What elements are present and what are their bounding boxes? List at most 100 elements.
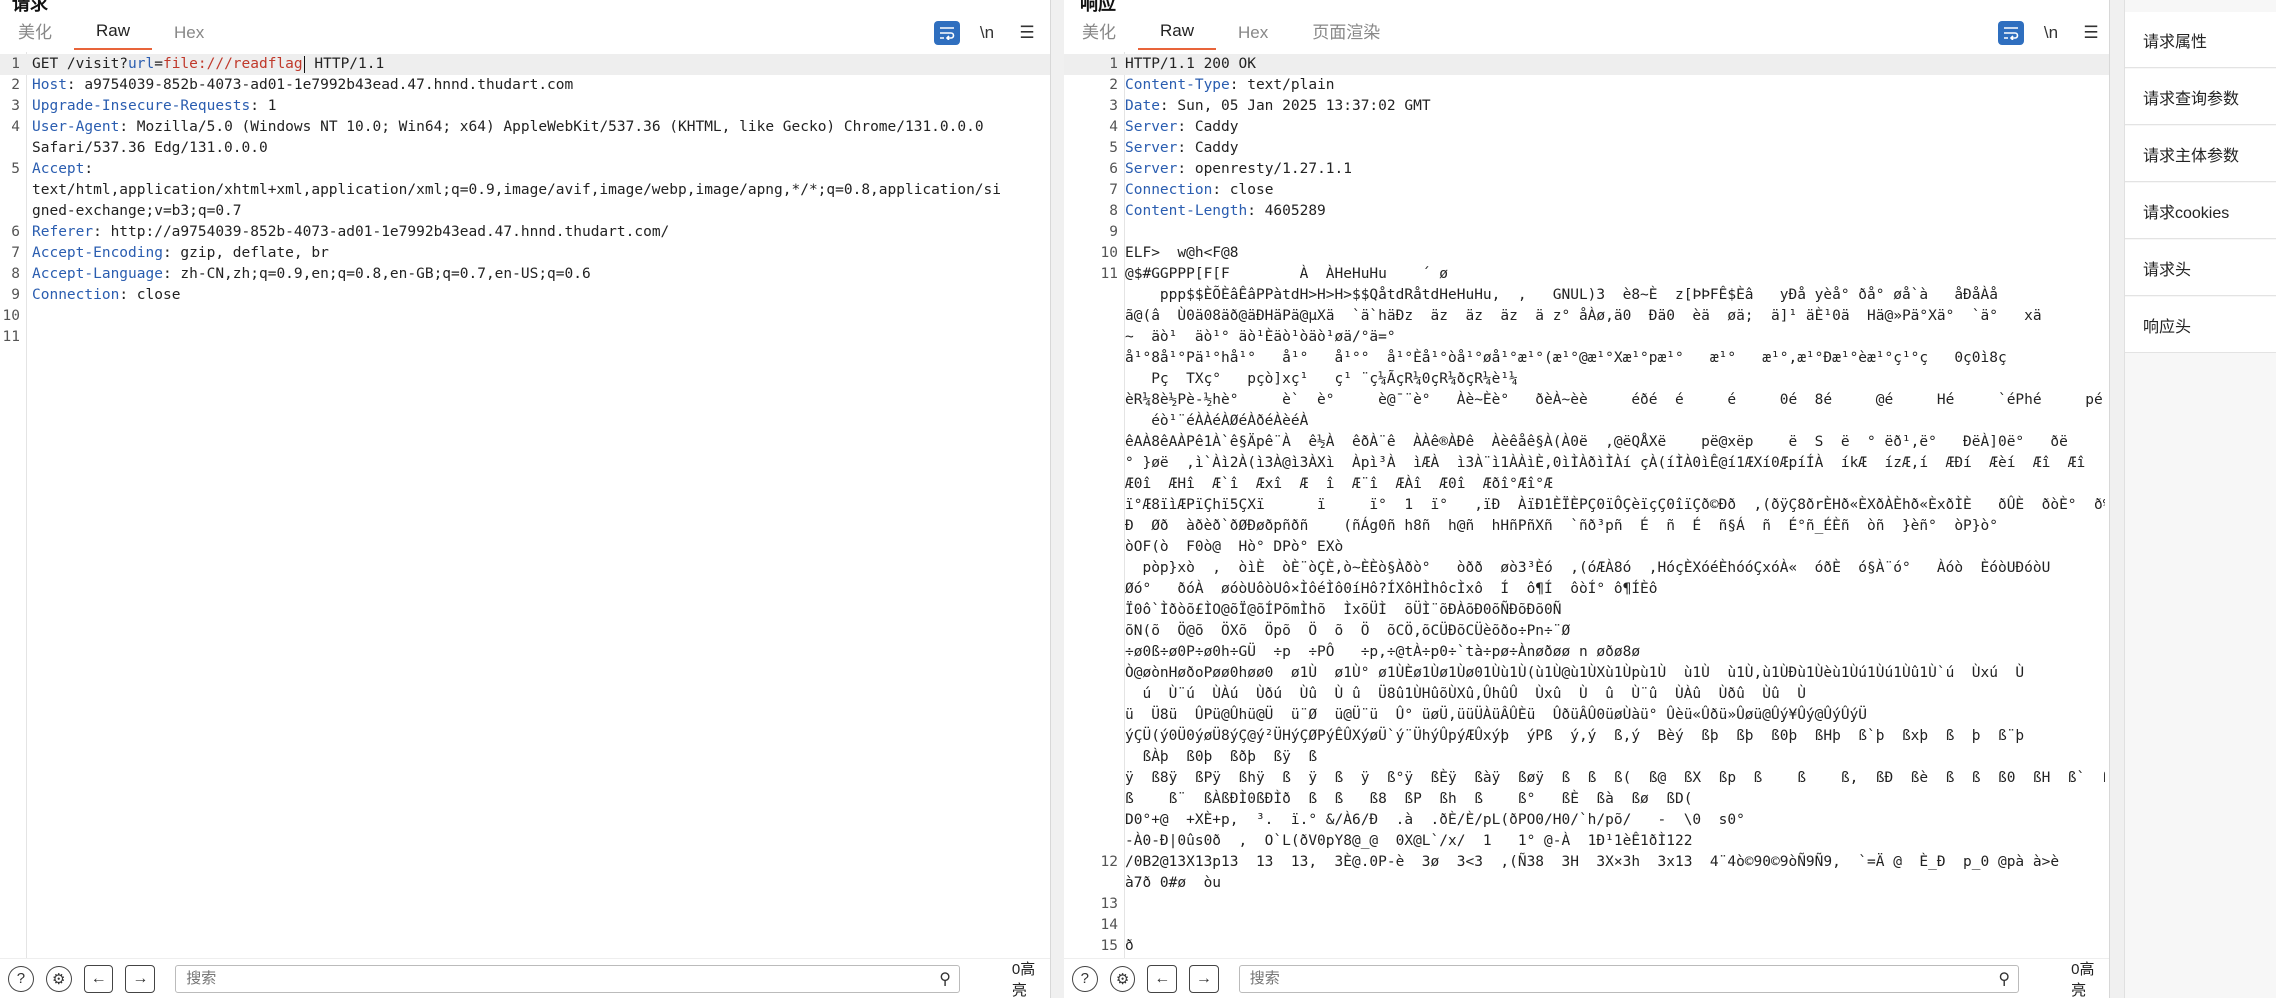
sidebar-item-request-cookies[interactable]: 请求cookies bbox=[2125, 183, 2276, 239]
sidebar-item-request-headers[interactable]: 请求头 bbox=[2125, 240, 2276, 296]
text-segment: /0B2@13X13p13 13 13, 3È@.0P-è 3ø 3<3 ,(Ñ… bbox=[1125, 854, 2060, 870]
next-match-button[interactable]: → bbox=[125, 964, 156, 993]
code-line[interactable]: -À0-Ð|0ûs0ð , O`L(ðV0pY8@_@ 0X@L`/x/ 1 1… bbox=[1064, 831, 2109, 852]
gear-icon[interactable]: ⚙ bbox=[1109, 965, 1136, 992]
text-segment: ELF> w@h<F@8 bbox=[1125, 245, 1239, 261]
code-line[interactable]: ã@(â Ù0ä08äð@äÐHäPä@µXä `ä`häÐz äz äz äz… bbox=[1064, 306, 2109, 327]
tab-hex[interactable]: Hex bbox=[152, 20, 226, 50]
word-wrap-icon[interactable] bbox=[934, 21, 960, 45]
code-line[interactable]: ~ äò¹ äò¹° äò¹Èäò¹òäò¹øä/°ä=° bbox=[1064, 327, 2109, 348]
code-line[interactable]: 1 HTTP/1.1 200 OK bbox=[1064, 54, 2109, 75]
newline-toggle-button[interactable]: \n bbox=[2038, 21, 2064, 45]
code-line[interactable]: 5 Server: Caddy bbox=[1064, 138, 2109, 159]
code-line[interactable]: 2 Host: a9754039-852b-4073-ad01-1e7992b43… bbox=[0, 75, 1050, 96]
code-line[interactable]: èR¼8è½Pè-½hè° è` è° è@¯¨è° Àè~Èè° ðèÀ~èè… bbox=[1064, 390, 2109, 411]
code-line[interactable]: Pç TXç° pçò]xç¹ ç¹ ¨ç¼ÃçR¼0çR¼ðçR¼è¹¼ bbox=[1064, 369, 2109, 390]
search-icon[interactable]: ⚲ bbox=[1998, 969, 2010, 989]
tab-pretty[interactable]: 美化 bbox=[0, 20, 74, 50]
word-wrap-icon[interactable] bbox=[1998, 21, 2024, 45]
sidebar-item-response-headers[interactable]: 响应头 bbox=[2125, 297, 2276, 353]
code-line[interactable]: 7 Accept-Encoding: gzip, deflate, br bbox=[0, 243, 1050, 264]
code-line[interactable]: Æ0î ÆHî Æ`î Æxî Æ î Æ¨î ÆÀî Æ0î Æðî°Æî°Æ bbox=[1064, 474, 2109, 495]
code-line[interactable]: 15 ð bbox=[1064, 936, 2109, 957]
code-line[interactable]: 13 bbox=[1064, 894, 2109, 915]
code-line[interactable]: text/html,application/xhtml+xml,applicat… bbox=[0, 180, 1050, 201]
code-line[interactable]: 4 Server: Caddy bbox=[1064, 117, 2109, 138]
text-segment: -À0-Ð|0ûs0ð , O`L(ðV0pY8@_@ 0X@L`/x/ 1 1… bbox=[1125, 833, 1693, 849]
response-panel: 响应 美化 Raw Hex 页面渲染 \n ☰ 1 HTTP/1.1 200 OK… bbox=[1064, 0, 2109, 998]
code-line[interactable]: ÿ ß8ÿ ßPÿ ßhÿ ß ÿ ß ÿ ß°ÿ ßÈÿ ßàÿ ßøÿ ß … bbox=[1064, 768, 2109, 789]
code-line[interactable]: 9 bbox=[1064, 222, 2109, 243]
request-editor[interactable]: 1 GET /visit?url=file:///readflag HTTP/1.… bbox=[0, 52, 1050, 958]
code-line[interactable]: òOF(ò F0ò@ Hò° DPò° EXò bbox=[1064, 537, 2109, 558]
code-line[interactable]: D0°+@ +XÈ+p, ³. ï.° &/À6/Ð .à .ðÈ/È/pL(ð… bbox=[1064, 810, 2109, 831]
tab-render[interactable]: 页面渲染 bbox=[1290, 20, 1402, 50]
code-line[interactable]: 5 Accept: bbox=[0, 159, 1050, 180]
request-search-field[interactable]: ⚲ bbox=[175, 964, 960, 993]
code-line[interactable]: êAÀ8êAÀPê1À`ê§Äpê¨À ê½À êðÀ¨ê ÀÀê®ÀÐê Àè… bbox=[1064, 432, 2109, 453]
code-line[interactable]: 11 bbox=[0, 327, 1050, 348]
code-line[interactable]: õN(õ Ö@õ ÖXõ Öpõ Ö õ Ö õCÖ,õCÜÐõCÜèõðo÷P… bbox=[1064, 621, 2109, 642]
code-line[interactable]: Ï0ô`Ìðòõ£ÌO@õÏ@õÍPõmÌhõ ÌxõÜÌ õÜÌ¨õÐÀõÐ0… bbox=[1064, 600, 2109, 621]
code-line[interactable]: 11 @$#GGPPP[F[F À ÀHeHuHu ´ ø bbox=[1064, 264, 2109, 285]
previous-match-button[interactable]: ← bbox=[83, 964, 114, 993]
code-line[interactable]: éò¹¨éÀÀéÀØéÀðéÀèéÀ bbox=[1064, 411, 2109, 432]
line-number: 6 bbox=[11, 224, 20, 240]
code-line[interactable]: 7 Connection: close bbox=[1064, 180, 2109, 201]
code-line[interactable]: ú Ù¨ú ÙÀú Ùðú Ùû Ù û Ü8û1ÙHûõÙXû,ÛhûÛ Ùx… bbox=[1064, 684, 2109, 705]
previous-match-button[interactable]: ← bbox=[1147, 964, 1178, 993]
menu-icon[interactable]: ☰ bbox=[2078, 21, 2104, 45]
help-icon[interactable]: ? bbox=[8, 965, 34, 992]
code-line[interactable]: 9 Connection: close bbox=[0, 285, 1050, 306]
code-line[interactable]: ýÇÜ(ý0Ü0ýøÜ8ýÇ@ý²ÜHýÇØPýÊÛXýøÜ`ý¨ÜhýÛpýÆ… bbox=[1064, 726, 2109, 747]
code-line[interactable]: 3 Date: Sun, 05 Jan 2025 13:37:02 GMT bbox=[1064, 96, 2109, 117]
code-line[interactable]: pòp}xò , òìÈ òÈ¨òÇÈ,ò~ÈÈò§Àðò° òðð øò3³È… bbox=[1064, 558, 2109, 579]
code-line[interactable]: 8 Content-Length: 4605289 bbox=[1064, 201, 2109, 222]
tab-raw[interactable]: Raw bbox=[1138, 18, 1217, 50]
newline-toggle-button[interactable]: \n bbox=[974, 21, 1000, 45]
tab-hex[interactable]: Hex bbox=[1216, 20, 1290, 50]
menu-icon[interactable]: ☰ bbox=[1014, 21, 1040, 45]
response-search-field[interactable]: ⚲ bbox=[1238, 964, 2020, 993]
code-line[interactable]: ï°Æ8ïìÆPïÇhï5ÇXï ï ï° 1 ï° ,ïÐ ÀïÐ1ÈÏÈPÇ… bbox=[1064, 495, 2109, 516]
code-line[interactable]: 10 ELF> w@h<F@8 bbox=[1064, 243, 2109, 264]
next-match-button[interactable]: → bbox=[1189, 964, 1219, 993]
gear-icon[interactable]: ⚙ bbox=[45, 965, 72, 992]
tab-pretty[interactable]: 美化 bbox=[1064, 20, 1138, 50]
code-line[interactable]: Ð Øð àðèð`ðØÐøðpñðñ (ñÁg0ñ h8ñ h@ñ hHñPñ… bbox=[1064, 516, 2109, 537]
code-line[interactable]: ° }øë ,ì`Àì2À(ì3À@ì3ÀXì Àpì³À ìÆÀ ì3À¨ì1… bbox=[1064, 453, 2109, 474]
code-line[interactable]: 6 Referer: http://a9754039-852b-4073-ad01… bbox=[0, 222, 1050, 243]
text-segment: ppp$$ÈÕÈâÊâPPàtdH>H>H>$$QåtdRåtdHeHuHu, … bbox=[1125, 287, 1998, 303]
request-search-input[interactable] bbox=[184, 969, 940, 988]
panel-divider[interactable] bbox=[2109, 0, 2125, 998]
code-line[interactable]: 14 bbox=[1064, 915, 2109, 936]
code-line[interactable]: 3 Upgrade-Insecure-Requests: 1 bbox=[0, 96, 1050, 117]
help-icon[interactable]: ? bbox=[1072, 965, 1098, 992]
code-line[interactable]: 12/0B2@13X13p13 13 13, 3È@.0P-è 3ø 3<3 ,… bbox=[1064, 852, 2109, 873]
tab-raw[interactable]: Raw bbox=[74, 18, 153, 50]
sidebar-item-request-query-params[interactable]: 请求查询参数 bbox=[2125, 69, 2276, 125]
line-text: Connection: close bbox=[1125, 180, 2105, 201]
sidebar-item-request-attributes[interactable]: 请求属性 bbox=[2125, 12, 2276, 68]
code-line[interactable]: 1 GET /visit?url=file:///readflag HTTP/1.… bbox=[0, 54, 1050, 75]
code-line[interactable]: 6 Server: openresty/1.27.1.1 bbox=[1064, 159, 2109, 180]
code-line[interactable]: 8 Accept-Language: zh-CN,zh;q=0.9,en;q=0.… bbox=[0, 264, 1050, 285]
response-editor[interactable]: 1 HTTP/1.1 200 OK 2 Content-Type: text/plai… bbox=[1064, 52, 2109, 975]
code-line[interactable]: ppp$$ÈÕÈâÊâPPàtdH>H>H>$$QåtdRåtdHeHuHu, … bbox=[1064, 285, 2109, 306]
search-icon[interactable]: ⚲ bbox=[939, 969, 951, 989]
code-line[interactable]: gned-exchange;v=b3;q=0.7 bbox=[0, 201, 1050, 222]
code-line[interactable]: Safari/537.36 Edg/131.0.0.0 bbox=[0, 138, 1050, 159]
response-search-input[interactable] bbox=[1247, 969, 1999, 988]
code-line[interactable]: Øó° ðóÀ øóòUôòUô×ÌôéÌô0íHô?ÍXôHÌhôcÌxô Í… bbox=[1064, 579, 2109, 600]
code-line[interactable]: Ò@øònHøðoPøø0høø0 ø1Ù ø1Ù° ø1ÙÈø1Ùø1Ùø01… bbox=[1064, 663, 2109, 684]
code-line[interactable]: ü Ü8ü ÛPü@Ûhü@Ü ü¨Ø ü@Ü¨ü Û° üøÜ,üüÜÀüÂÛ… bbox=[1064, 705, 2109, 726]
sidebar-item-request-body-params[interactable]: 请求主体参数 bbox=[2125, 126, 2276, 182]
code-line[interactable]: å¹°8å¹°Pä¹°hå¹° å¹° å¹°° å¹°Èå¹°òå¹°øå¹°… bbox=[1064, 348, 2109, 369]
code-line[interactable]: 2 Content-Type: text/plain bbox=[1064, 75, 2109, 96]
code-line[interactable]: ß ß¨ ßÀßÐÌ0ßÐÌð ß ß ß8 ßP ßh ß ß° ßÈ ßà … bbox=[1064, 789, 2109, 810]
code-line[interactable]: ßÀþ ß0þ ßðþ ßÿ ß bbox=[1064, 747, 2109, 768]
code-line[interactable]: 4 User-Agent: Mozilla/5.0 (Windows NT 10.… bbox=[0, 117, 1050, 138]
code-line[interactable]: ÷ø0ß÷ø0P÷ø0h÷GÜ ÷p ÷PÔ ÷p,÷@tÀ÷p0÷`tà÷pø… bbox=[1064, 642, 2109, 663]
code-line[interactable]: 10 bbox=[0, 306, 1050, 327]
code-line[interactable]: à7ð 0#ø òu bbox=[1064, 873, 2109, 894]
